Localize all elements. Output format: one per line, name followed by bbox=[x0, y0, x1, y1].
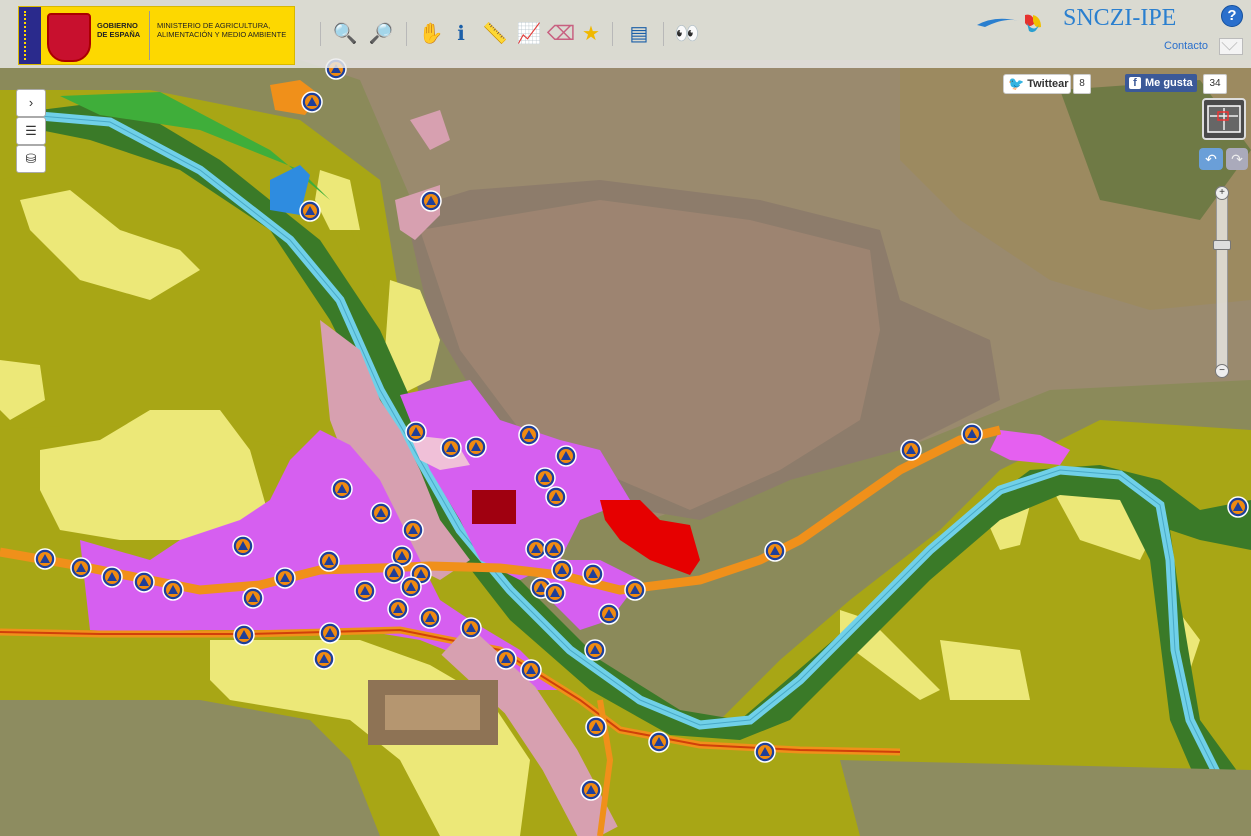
zoom-slider[interactable] bbox=[1216, 186, 1228, 378]
gov-name: GOBIERNO DE ESPAÑA bbox=[97, 21, 141, 39]
expand-panel-button[interactable]: › bbox=[16, 89, 46, 117]
help-button[interactable]: ? bbox=[1221, 5, 1243, 27]
facebook-count: 34 bbox=[1203, 74, 1227, 94]
basemap-button[interactable]: ⛁ bbox=[16, 145, 46, 173]
civil-protection-marker[interactable] bbox=[370, 502, 392, 524]
undo-view-button[interactable]: ↶ bbox=[1199, 148, 1223, 170]
top-toolbar: GOBIERNO DE ESPAÑA MINISTERIO DE AGRICUL… bbox=[0, 0, 1251, 68]
eu-flag-icon bbox=[19, 7, 41, 64]
civil-protection-marker[interactable] bbox=[162, 579, 184, 601]
civil-protection-marker[interactable] bbox=[387, 598, 409, 620]
civil-protection-marker[interactable] bbox=[555, 445, 577, 467]
civil-protection-marker[interactable] bbox=[900, 439, 922, 461]
mail-icon[interactable] bbox=[1219, 38, 1243, 55]
civil-protection-marker[interactable] bbox=[495, 648, 517, 670]
civil-protection-marker[interactable] bbox=[585, 716, 607, 738]
app-title: SNCZI-IPE bbox=[1063, 5, 1177, 31]
zoom-slider-handle[interactable] bbox=[1213, 240, 1231, 250]
snczi-brand: SNCZI-IPE bbox=[975, 3, 1210, 35]
flood-risk-map[interactable] bbox=[0, 0, 1251, 836]
toolbar-divider bbox=[612, 22, 613, 46]
binoculars-icon[interactable]: 👀 bbox=[674, 21, 700, 47]
redo-view-button[interactable]: ↷ bbox=[1226, 148, 1248, 170]
civil-protection-marker[interactable] bbox=[133, 571, 155, 593]
civil-protection-marker[interactable] bbox=[331, 478, 353, 500]
civil-protection-marker[interactable] bbox=[545, 486, 567, 508]
toolbar-divider bbox=[663, 22, 664, 46]
zoom-out-button[interactable]: − bbox=[1215, 364, 1229, 378]
info-icon[interactable]: ℹ bbox=[448, 21, 474, 47]
measure-ruler-icon[interactable]: 📏 bbox=[482, 21, 508, 47]
legend-icon[interactable]: ▤ bbox=[626, 21, 652, 47]
civil-protection-marker[interactable] bbox=[764, 540, 786, 562]
overview-map-icon bbox=[1207, 105, 1241, 133]
zoom-out-icon[interactable]: 🔎 bbox=[368, 21, 394, 47]
logo-divider bbox=[149, 11, 150, 60]
twitter-count: 8 bbox=[1073, 74, 1091, 94]
civil-protection-marker[interactable] bbox=[1227, 496, 1249, 518]
civil-protection-marker[interactable] bbox=[584, 639, 606, 661]
toolbar-divider bbox=[406, 22, 407, 46]
twitter-label: Twittear bbox=[1027, 78, 1069, 90]
civil-protection-marker[interactable] bbox=[518, 424, 540, 446]
pan-hand-icon[interactable]: ✋ bbox=[418, 21, 444, 47]
favorites-star-icon[interactable]: ★ bbox=[578, 21, 604, 47]
civil-protection-marker[interactable] bbox=[70, 557, 92, 579]
zoom-in-icon[interactable]: 🔍 bbox=[332, 21, 358, 47]
civil-protection-marker[interactable] bbox=[440, 437, 462, 459]
civil-protection-marker[interactable] bbox=[543, 538, 565, 560]
snczi-logo-icon bbox=[977, 14, 1041, 33]
spain-coat-of-arms-icon bbox=[47, 13, 91, 62]
civil-protection-marker[interactable] bbox=[544, 582, 566, 604]
ministry-name: MINISTERIO DE AGRICULTURA, ALIMENTACIÓN … bbox=[157, 21, 287, 39]
civil-protection-marker[interactable] bbox=[520, 659, 542, 681]
overview-map-button[interactable] bbox=[1202, 98, 1246, 140]
civil-protection-marker[interactable] bbox=[402, 519, 424, 541]
facebook-like-button[interactable]: f Me gusta bbox=[1125, 74, 1197, 92]
civil-protection-marker[interactable] bbox=[551, 559, 573, 581]
civil-protection-marker[interactable] bbox=[580, 779, 602, 801]
civil-protection-marker[interactable] bbox=[648, 731, 670, 753]
civil-protection-marker[interactable] bbox=[34, 548, 56, 570]
civil-protection-marker[interactable] bbox=[233, 624, 255, 646]
civil-protection-marker[interactable] bbox=[419, 607, 441, 629]
civil-protection-marker[interactable] bbox=[420, 190, 442, 212]
civil-protection-marker[interactable] bbox=[383, 562, 405, 584]
profile-chart-icon[interactable]: 📈 bbox=[516, 21, 542, 47]
civil-protection-marker[interactable] bbox=[465, 436, 487, 458]
civil-protection-marker[interactable] bbox=[624, 579, 646, 601]
civil-protection-marker[interactable] bbox=[961, 423, 983, 445]
civil-protection-marker[interactable] bbox=[242, 587, 264, 609]
civil-protection-marker[interactable] bbox=[525, 538, 547, 560]
civil-protection-marker[interactable] bbox=[232, 535, 254, 557]
twitter-button[interactable]: 🐦 Twittear bbox=[1003, 74, 1071, 94]
contact-link[interactable]: Contacto bbox=[1164, 40, 1208, 52]
civil-protection-marker[interactable] bbox=[460, 617, 482, 639]
civil-protection-marker[interactable] bbox=[318, 550, 340, 572]
civil-protection-marker[interactable] bbox=[754, 741, 776, 763]
eraser-icon[interactable]: ⌫ bbox=[547, 21, 575, 47]
civil-protection-marker[interactable] bbox=[400, 576, 422, 598]
civil-protection-marker[interactable] bbox=[313, 648, 335, 670]
civil-protection-marker[interactable] bbox=[299, 200, 321, 222]
twitter-bird-icon: 🐦 bbox=[1008, 76, 1025, 91]
layers-list-button[interactable]: ☰ bbox=[16, 117, 46, 145]
civil-protection-marker[interactable] bbox=[301, 91, 323, 113]
civil-protection-marker[interactable] bbox=[319, 622, 341, 644]
civil-protection-marker[interactable] bbox=[405, 421, 427, 443]
facebook-icon: f bbox=[1129, 77, 1141, 89]
facebook-label: Me gusta bbox=[1145, 77, 1193, 89]
government-logo[interactable]: GOBIERNO DE ESPAÑA MINISTERIO DE AGRICUL… bbox=[18, 6, 295, 65]
civil-protection-marker[interactable] bbox=[354, 580, 376, 602]
civil-protection-marker[interactable] bbox=[534, 467, 556, 489]
toolbar-divider bbox=[320, 22, 321, 46]
zoom-in-button[interactable]: + bbox=[1215, 186, 1229, 200]
civil-protection-marker[interactable] bbox=[582, 563, 604, 585]
civil-protection-marker[interactable] bbox=[598, 603, 620, 625]
civil-protection-marker[interactable] bbox=[101, 566, 123, 588]
civil-protection-marker[interactable] bbox=[274, 567, 296, 589]
